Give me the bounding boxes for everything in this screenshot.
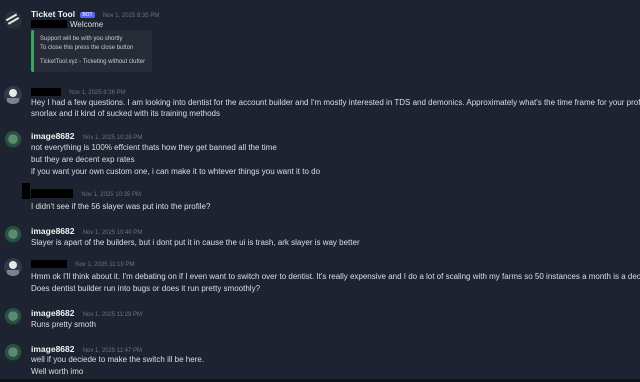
timestamp: Nov 1, 2025 10:40 PM	[82, 230, 143, 236]
redacted-username	[31, 259, 67, 268]
message-text: Runs pretty smoth	[31, 320, 96, 329]
timestamp: Nov 1, 2025 10:35 PM	[81, 192, 141, 198]
timestamp: Nov 1, 2025 8:36 PM	[69, 90, 126, 96]
timestamp: Nov 1, 2025 8:35 PM	[102, 13, 160, 19]
timestamp: Nov 1, 2025 11:19 PM	[75, 262, 135, 268]
bot-badge: BOT	[80, 12, 95, 18]
message-text: Hey I had a few questions. I am looking …	[31, 98, 640, 107]
embed-line: To close this press the close button	[40, 45, 134, 51]
timestamp: Nov 1, 2025 11:47 PM	[82, 348, 142, 354]
redacted-mention	[31, 20, 67, 28]
author-name[interactable]: image8682	[31, 308, 74, 318]
embed-line: Support will be with you shortly	[40, 36, 123, 42]
author-name[interactable]: image8682	[31, 131, 74, 141]
message-text: Hmm ok I'll think about it. I'm debating…	[31, 272, 640, 281]
avatar[interactable]	[4, 344, 22, 362]
avatar[interactable]	[4, 226, 22, 244]
bot-avatar[interactable]	[4, 11, 22, 29]
embed-footer: TicketTool.xyz - Ticketing without clutt…	[40, 59, 146, 65]
message-text: snorlax and it kind of sucked with its t…	[31, 109, 220, 118]
avatar[interactable]	[4, 86, 22, 104]
redacted-username	[31, 189, 73, 199]
message-text: but they are decent exp rates	[31, 155, 135, 164]
user-avatar-icon	[7, 261, 19, 276]
message-text: not everything is 100% effcient thats ho…	[31, 143, 277, 152]
author-name[interactable]: image8682	[31, 226, 74, 236]
redacted-avatar	[22, 183, 30, 199]
message-text: Slayer is apart of the builders, but i d…	[31, 238, 360, 247]
message-text: if you want your own custom one, i can m…	[31, 167, 321, 176]
avatar[interactable]	[4, 131, 22, 149]
timestamp: Nov 1, 2025 10:28 PM	[82, 135, 143, 141]
ticket-embed: Support will be with you shortly To clos…	[31, 30, 152, 72]
message-text: I didn't see if the 56 slayer was put in…	[31, 202, 211, 211]
message-text: Well worth imo	[31, 367, 84, 376]
avatar[interactable]	[4, 258, 22, 276]
timestamp: Nov 1, 2025 11:29 PM	[82, 312, 142, 318]
user-avatar-icon	[7, 89, 19, 104]
message-text: well if you deciede to make the switch i…	[31, 355, 204, 364]
avatar[interactable]	[4, 308, 22, 326]
author-name[interactable]: Ticket Tool	[31, 9, 75, 19]
ticket-tool-logo-icon	[5, 13, 20, 25]
author-name[interactable]: image8682	[31, 344, 74, 354]
redacted-username	[31, 87, 61, 96]
message-text: Welcome	[70, 20, 104, 29]
message-text: Does dentist builder run into bugs or do…	[31, 284, 261, 293]
